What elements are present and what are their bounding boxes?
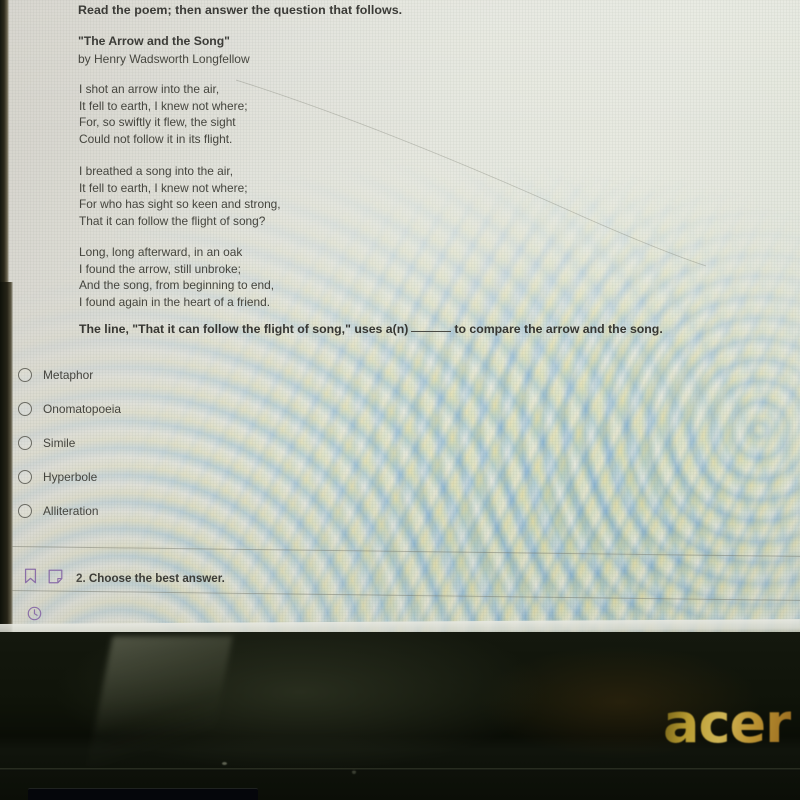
answer-option-label: Simile	[43, 436, 76, 450]
photographed-monitor: Read the poem; then answer the question …	[0, 0, 800, 800]
screen-left-bezel-edge-lower	[0, 282, 13, 640]
poem-stanza-3: Long, long afterward, in an oak I found …	[79, 245, 275, 310]
answer-option-hyperbole[interactable]: Hyperbole	[18, 460, 318, 494]
radio-button-icon[interactable]	[18, 402, 32, 416]
answer-option-onomatopoeia[interactable]: Onomatopoeia	[18, 392, 318, 426]
answer-option-metaphor[interactable]: Metaphor	[18, 358, 318, 392]
question-footer: 2. Choose the best answer.	[24, 568, 225, 589]
answer-option-label: Metaphor	[43, 368, 94, 382]
answer-option-label: Onomatopoeia	[43, 402, 122, 416]
question-text-after-blank: to compare the arrow and the song.	[454, 322, 663, 336]
bezel-dust-speck	[222, 762, 227, 765]
answer-option-label: Alliteration	[43, 504, 99, 518]
radio-button-icon[interactable]	[18, 470, 32, 484]
radio-button-icon[interactable]	[18, 368, 32, 382]
acer-brand-logo: acer	[663, 692, 792, 755]
poem-stanza-1: I shot an arrow into the air, It fell to…	[79, 82, 248, 147]
bezel-reflection	[87, 636, 233, 766]
answer-blank	[411, 331, 452, 332]
quiz-content: Read the poem; then answer the question …	[0, 0, 800, 640]
poem-stanza-2: I breathed a song into the air, It fell …	[79, 164, 281, 229]
question-text-before-blank: The line, "That it can follow the flight…	[79, 322, 409, 336]
footer-instruction: 2. Choose the best answer.	[76, 572, 225, 585]
footer-instruction-label: Choose the best answer.	[88, 572, 225, 585]
poem-title: "The Arrow and the Song"	[78, 34, 230, 48]
bezel-bottom-edge	[0, 768, 800, 771]
answer-option-alliteration[interactable]: Alliteration	[18, 494, 318, 528]
note-icon[interactable]	[48, 569, 63, 589]
divider-below-footer	[11, 590, 800, 602]
answer-option-simile[interactable]: Simile	[18, 426, 318, 460]
question-number: 2.	[76, 572, 86, 585]
instruction-prompt: Read the poem; then answer the question …	[78, 3, 403, 17]
question-statement: The line, "That it can follow the flight…	[79, 322, 663, 336]
radio-button-icon[interactable]	[18, 504, 32, 518]
poem-byline: by Henry Wadsworth Longfellow	[78, 52, 250, 66]
monitor-screen: Read the poem; then answer the question …	[0, 0, 800, 640]
divider-above-footer	[11, 546, 800, 558]
answer-options-list: Metaphor Onomatopoeia Simile Hyperbole Allit…	[18, 358, 318, 528]
bookmark-icon[interactable]	[24, 568, 37, 589]
answer-option-label: Hyperbole	[43, 470, 98, 484]
radio-button-icon[interactable]	[18, 436, 32, 450]
device-base-slot	[28, 788, 258, 800]
